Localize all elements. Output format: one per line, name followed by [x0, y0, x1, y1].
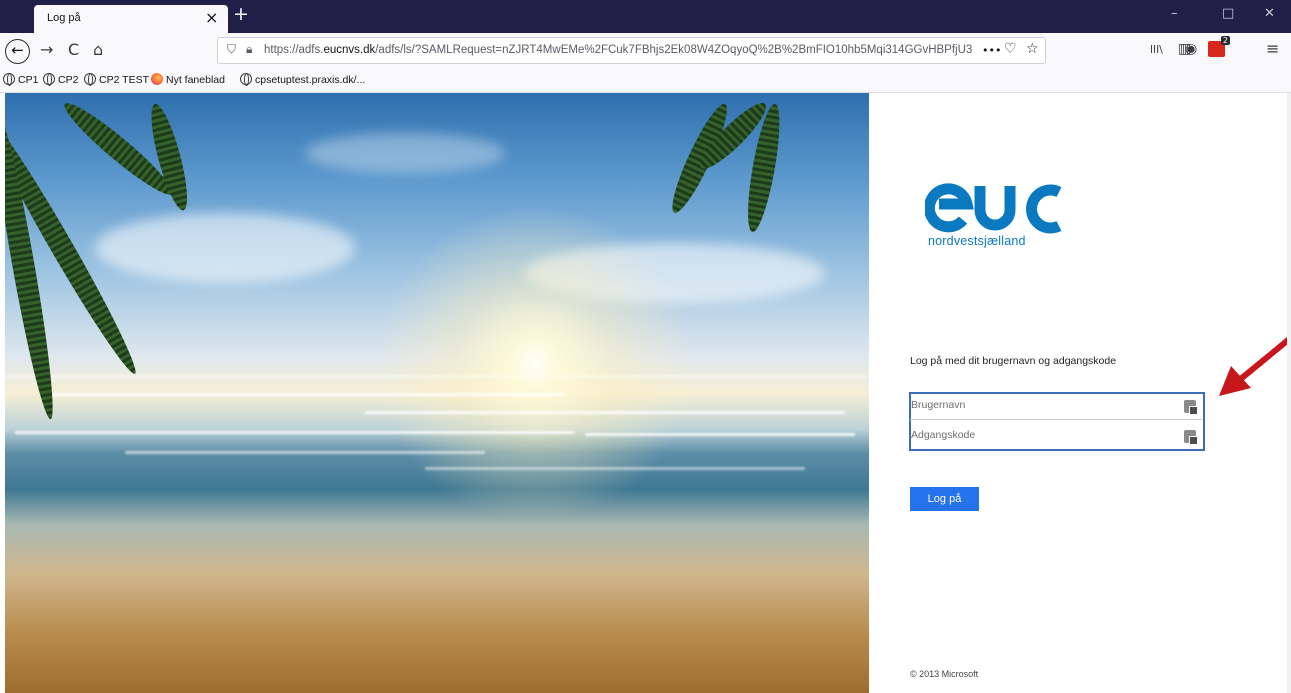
bookmark-cpsetuptest[interactable]: cpsetuptest.praxis.dk/... — [240, 73, 365, 86]
username-input[interactable] — [911, 399, 1171, 411]
globe-icon — [3, 73, 15, 86]
wave — [425, 467, 805, 470]
wave — [125, 451, 485, 454]
shield-icon[interactable]: ⛉ — [227, 42, 236, 57]
wave — [45, 393, 565, 396]
minimize-icon[interactable]: – — [1171, 6, 1178, 21]
firefox-icon — [151, 73, 163, 85]
extension-icon[interactable]: 2 — [1208, 36, 1230, 57]
wave — [365, 411, 845, 414]
bookmark-new-tab[interactable]: Nyt faneblad — [151, 73, 225, 86]
maximize-icon[interactable]: □ — [1222, 6, 1234, 21]
copyright-text: © 2013 Microsoft — [910, 669, 979, 679]
library-icon[interactable]: lll\ — [1150, 43, 1163, 56]
forward-icon[interactable]: → — [40, 41, 53, 59]
globe-icon — [84, 73, 96, 86]
logo-subtitle: nordvestsjælland — [928, 234, 1026, 248]
url-text[interactable]: https://adfs.eucnvs.dk/adfs/ls/?SAMLRequ… — [264, 44, 984, 56]
cloud — [95, 213, 355, 283]
browser-tab[interactable]: Log på × — [34, 5, 228, 33]
address-bar[interactable]: ⛉ 🔒︎ https://adfs.eucnvs.dk/adfs/ls/?SAM… — [217, 37, 1046, 64]
bookmarks-toolbar: CP1 CP2 CP2 TEST Nyt faneblad cpsetuptes… — [0, 69, 1291, 93]
password-manager-icon[interactable] — [1184, 430, 1198, 445]
navigation-toolbar: ← → C ⌂ ⛉ 🔒︎ https://adfs.eucnvs.dk/adfs… — [0, 33, 1291, 69]
close-window-icon[interactable]: ✕ — [1264, 6, 1275, 21]
beach-illustration — [5, 93, 869, 693]
account-icon[interactable]: ◉ — [1185, 41, 1197, 57]
page-right-edge — [1287, 93, 1291, 693]
bookmark-cp1[interactable]: CP1 — [3, 73, 38, 86]
reload-icon[interactable]: C — [68, 41, 79, 59]
cloud — [305, 133, 505, 173]
page-actions-icon[interactable]: ••• — [982, 44, 1001, 57]
extension-badge-count: 2 — [1220, 36, 1230, 45]
palm-frond — [144, 101, 195, 214]
globe-icon — [240, 73, 252, 86]
wave — [15, 431, 575, 434]
menu-icon[interactable]: ≡ — [1266, 39, 1279, 58]
login-prompt: Log på med dit brugernavn og adgangskode — [910, 355, 1117, 367]
bookmark-star-icon[interactable]: ☆ — [1026, 41, 1039, 57]
annotation-arrow — [1219, 333, 1291, 396]
lock-icon[interactable]: 🔒︎ — [246, 42, 252, 57]
username-field[interactable] — [910, 394, 1202, 420]
password-manager-icon[interactable] — [1184, 400, 1198, 415]
tab-strip: Log på × + – □ ✕ — [0, 0, 1291, 33]
tab-close-icon[interactable]: × — [205, 9, 218, 27]
wave — [585, 433, 855, 436]
password-input[interactable] — [911, 429, 1171, 441]
tab-title: Log på — [47, 12, 81, 24]
bookmark-cp2[interactable]: CP2 — [43, 73, 78, 86]
bookmark-cp2-test[interactable]: CP2 TEST — [84, 73, 149, 86]
palm-frond — [664, 99, 735, 218]
sun — [375, 203, 695, 523]
home-icon[interactable]: ⌂ — [93, 41, 103, 59]
globe-icon — [43, 73, 55, 86]
password-field[interactable] — [910, 424, 1202, 450]
pocket-icon[interactable]: ♡ — [1004, 41, 1017, 57]
new-tab-icon[interactable]: + — [233, 3, 249, 25]
back-icon[interactable]: ← — [5, 39, 30, 64]
wave — [5, 375, 869, 378]
login-button[interactable]: Log på — [910, 487, 979, 511]
